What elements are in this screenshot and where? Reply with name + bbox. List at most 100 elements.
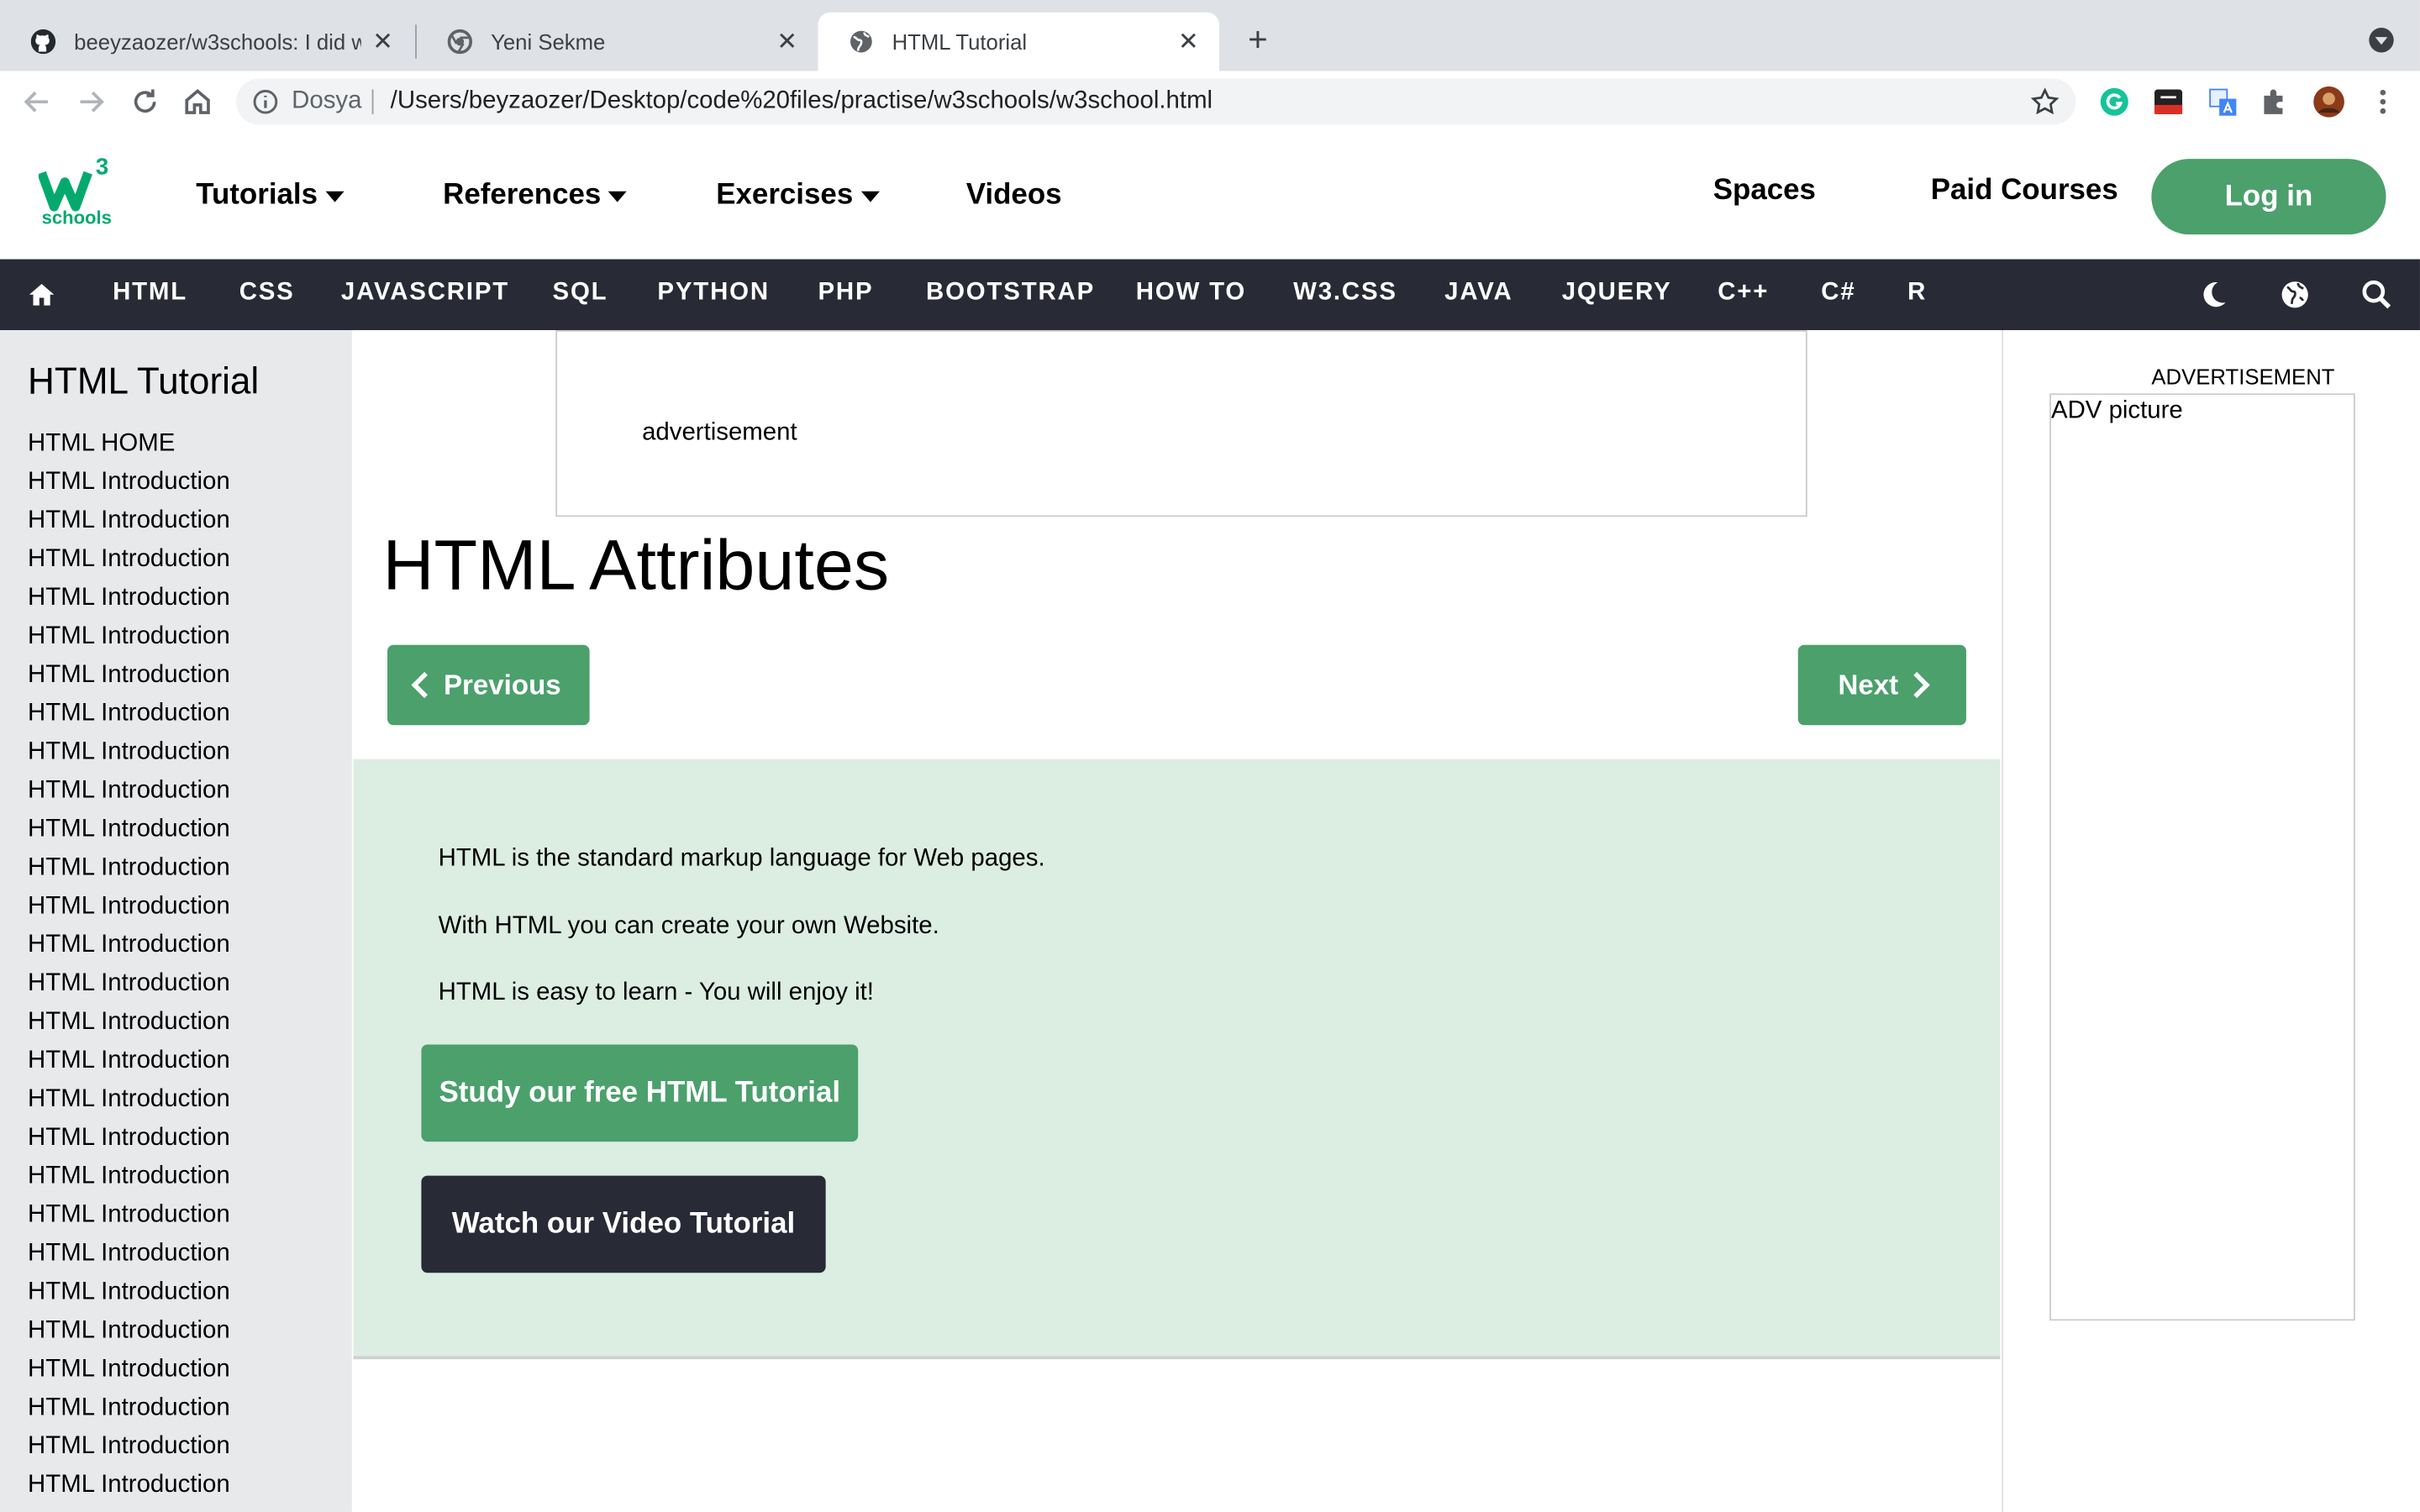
sidebar-item[interactable]: HTML Introduction [28, 1080, 230, 1119]
sidebar-item[interactable]: HTML Introduction [28, 926, 230, 964]
url-text[interactable]: /Users/beyzaozer/Desktop/code%20files/pr… [391, 88, 1213, 116]
tab-new-tab[interactable]: Yeni Sekme ✕ [417, 13, 818, 71]
reload-icon[interactable] [127, 83, 164, 120]
exercises-label: Exercises [716, 179, 854, 212]
paid-courses-link[interactable]: Paid Courses [1931, 175, 2118, 208]
page-title: HTML Attributes [382, 524, 890, 605]
translate-icon[interactable] [2206, 85, 2239, 118]
tutorials-label: Tutorials [196, 179, 318, 212]
sidebar-item[interactable]: HTML Introduction [28, 1234, 230, 1273]
sidebar-item[interactable]: HTML Introduction [28, 1158, 230, 1196]
address-bar[interactable]: Dosya /Users/beyzaozer/Desktop/code%20fi… [236, 78, 2076, 125]
tab-label: beeyzaozer/w3schools: I did w [74, 29, 361, 55]
logo-text: schools [41, 207, 112, 228]
sidebar-item[interactable]: HTML Introduction [28, 887, 230, 926]
new-tab-plus-icon[interactable]: + [1239, 21, 1276, 59]
forward-arrow-icon[interactable] [72, 83, 109, 120]
watch-video-button[interactable]: Watch our Video Tutorial [421, 1175, 826, 1273]
next-button[interactable]: Next [1797, 644, 1966, 726]
home-icon[interactable] [26, 279, 57, 310]
references-menu[interactable]: References [443, 179, 628, 213]
sidebar-item[interactable]: HTML Introduction [28, 617, 230, 656]
globe-icon[interactable] [2280, 279, 2311, 310]
nav-java[interactable]: JAVA [1444, 279, 1512, 307]
sidebar-item[interactable]: HTML Introduction [28, 1273, 230, 1311]
back-arrow-icon[interactable] [18, 83, 55, 120]
kebab-menu-icon[interactable] [2366, 85, 2400, 118]
sidebar-item[interactable]: HTML Introduction [28, 540, 230, 579]
tab-github[interactable]: beeyzaozer/w3schools: I did w ✕ [0, 13, 413, 71]
sidebar-item[interactable]: HTML Introduction [28, 656, 230, 695]
sidebar-item[interactable]: HTML Introduction [28, 1042, 230, 1080]
sidebar-item[interactable]: HTML Introduction [28, 1003, 230, 1042]
study-tutorial-button[interactable]: Study our free HTML Tutorial [421, 1044, 859, 1142]
tab-label: HTML Tutorial [892, 29, 1028, 55]
videos-label: Videos [965, 179, 1062, 212]
right-advertisement[interactable]: ADV picture [2049, 393, 2355, 1321]
sidebar-item[interactable]: HTML Introduction [28, 1119, 230, 1158]
sidebar-item[interactable]: HTML Introduction [28, 579, 230, 617]
voice-extension-icon[interactable] [2151, 85, 2185, 118]
close-icon[interactable]: ✕ [1176, 26, 1201, 57]
sidebar-item[interactable]: HTML Introduction [28, 1389, 230, 1427]
extensions-puzzle-icon[interactable] [2258, 85, 2291, 118]
nav-cpp[interactable]: C++ [1718, 279, 1769, 307]
previous-button[interactable]: Previous [387, 644, 590, 726]
caret-down-icon [325, 190, 345, 202]
close-icon[interactable]: ✕ [371, 26, 395, 57]
profile-avatar[interactable] [2312, 85, 2345, 118]
exercises-menu[interactable]: Exercises [716, 179, 880, 213]
nav-css[interactable]: CSS [239, 279, 295, 307]
nav-bootstrap[interactable]: BOOTSTRAP [926, 279, 1095, 307]
right-ad-column: ADVERTISEMENT ADV picture [2002, 330, 2420, 1512]
nav-w3css[interactable]: W3.CSS [1293, 279, 1397, 307]
close-icon[interactable]: ✕ [775, 26, 799, 57]
nav-csharp[interactable]: C# [1821, 279, 1855, 307]
paid-courses-label: Paid Courses [1930, 174, 2118, 207]
sidebar-item-html-home[interactable]: HTML HOME [28, 424, 230, 463]
globe-icon [850, 30, 872, 53]
address-separator [371, 89, 374, 114]
tutorials-menu[interactable]: Tutorials [196, 179, 345, 213]
sidebar-list: HTML HOME HTML Introduction HTML Introdu… [28, 424, 230, 1504]
grammarly-icon[interactable] [2097, 85, 2131, 118]
nav-jquery[interactable]: JQUERY [1562, 279, 1672, 307]
language-nav-bar: HTML CSS JAVASCRIPT SQL PYTHON PHP BOOTS… [0, 259, 2420, 331]
sidebar-item[interactable]: HTML Introduction [28, 695, 230, 733]
tab-search-chevron-icon[interactable] [2369, 28, 2394, 53]
intro-paragraph: HTML is easy to learn - You will enjoy i… [438, 979, 874, 1006]
sidebar-item[interactable]: HTML Introduction [28, 1466, 230, 1504]
tab-html-tutorial[interactable]: HTML Tutorial ✕ [818, 12, 1219, 71]
nav-php[interactable]: PHP [818, 279, 873, 307]
home-icon[interactable] [179, 83, 216, 120]
nav-javascript[interactable]: JAVASCRIPT [341, 279, 509, 307]
search-icon[interactable] [2361, 279, 2392, 310]
sidebar-item[interactable]: HTML Introduction [28, 1311, 230, 1350]
nav-html[interactable]: HTML [113, 279, 187, 307]
sidebar-item[interactable]: HTML Introduction [28, 964, 230, 1003]
videos-link[interactable]: Videos [966, 179, 1062, 213]
login-button[interactable]: Log in [2151, 159, 2386, 235]
caret-down-icon [608, 190, 628, 202]
top-advertisement[interactable]: advertisement [555, 330, 1807, 517]
spaces-link[interactable]: Spaces [1713, 175, 1816, 208]
sidebar-item[interactable]: HTML Introduction [28, 1350, 230, 1389]
sidebar-item[interactable]: HTML Introduction [28, 771, 230, 810]
nav-python[interactable]: PYTHON [657, 279, 769, 307]
spaces-label: Spaces [1712, 174, 1816, 207]
sidebar-item[interactable]: HTML Introduction [28, 732, 230, 771]
nav-sql[interactable]: SQL [553, 279, 608, 307]
dark-mode-moon-icon[interactable] [2197, 279, 2228, 310]
intro-paragraph: With HTML you can create your own Websit… [438, 913, 939, 940]
sidebar-item[interactable]: HTML Introduction [28, 1195, 230, 1234]
bookmark-star-icon[interactable] [2029, 87, 2060, 118]
nav-how-to[interactable]: HOW TO [1136, 279, 1246, 307]
nav-r[interactable]: R [1907, 279, 1927, 307]
sidebar-item[interactable]: HTML Introduction [28, 501, 230, 540]
intro-panel: HTML is the standard markup language for… [353, 759, 2001, 1360]
sidebar-item[interactable]: HTML Introduction [28, 810, 230, 848]
sidebar-item[interactable]: HTML Introduction [28, 463, 230, 501]
sidebar-item[interactable]: HTML Introduction [28, 848, 230, 887]
sidebar-item[interactable]: HTML Introduction [28, 1427, 230, 1466]
info-icon[interactable] [251, 88, 279, 116]
